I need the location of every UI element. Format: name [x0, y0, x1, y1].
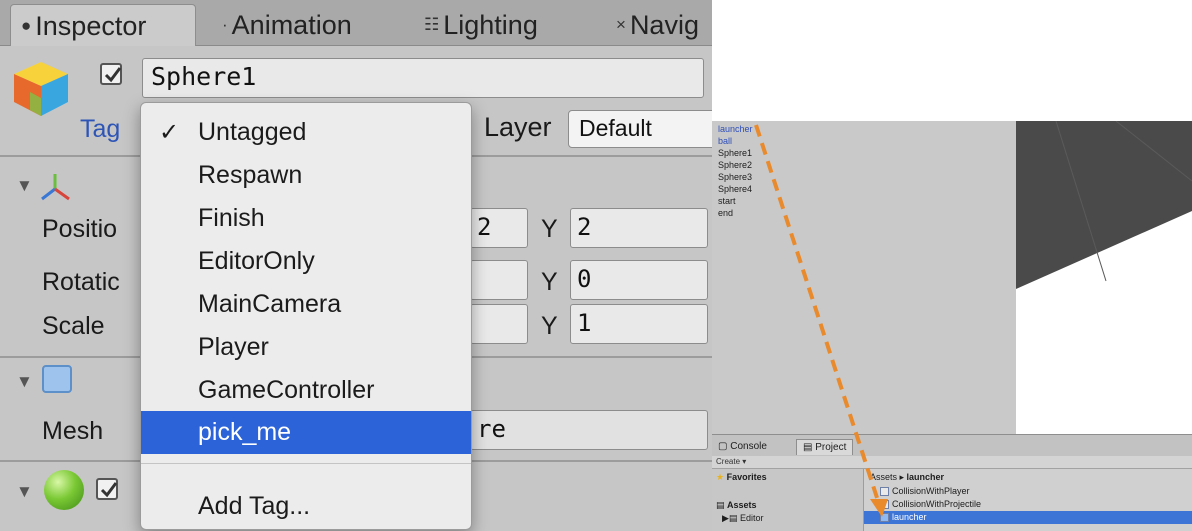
menu-item-add-tag[interactable]: Add Tag... — [141, 485, 471, 528]
drag-arrow-annotation — [754, 124, 888, 517]
tab-lighting[interactable]: ☷ Lighting — [424, 4, 538, 46]
active-checkbox[interactable] — [100, 63, 122, 85]
lighting-icon: ☷ — [424, 15, 440, 34]
menu-item-player[interactable]: Player — [141, 326, 471, 369]
menu-item-editoronly[interactable]: EditorOnly — [141, 240, 471, 283]
tab-bar: ● Inspector · Animation ☷ Lighting × Navig — [0, 0, 712, 46]
position-y-field[interactable]: 2 — [570, 208, 708, 248]
tab-navigation[interactable]: × Navig — [616, 4, 699, 46]
scale-x-field[interactable] — [470, 304, 528, 344]
rotation-x-field[interactable] — [470, 260, 528, 300]
checkmark-icon: ✓ — [159, 119, 180, 146]
menu-item-finish[interactable]: Finish — [141, 197, 471, 240]
transform-axes-icon — [41, 174, 70, 201]
rotation-y-label: Y — [541, 268, 558, 296]
menu-separator — [141, 463, 471, 464]
navigation-icon: × — [616, 15, 626, 34]
rotation-y-field[interactable]: 0 — [570, 260, 708, 300]
tag-label[interactable]: Tag — [80, 115, 120, 144]
info-icon: ● — [21, 16, 32, 35]
position-label: Positio — [42, 215, 118, 243]
tag-dropdown-menu: ✓ Untagged Respawn Finish EditorOnly Main… — [140, 102, 472, 530]
menu-item-gamecontroller[interactable]: GameController — [141, 369, 471, 412]
position-y-label: Y — [541, 215, 558, 243]
sphere-collider-icon — [44, 470, 84, 510]
scale-label: Scale — [42, 312, 105, 340]
unity-editor-view: launcher ball Sphere1 Sphere2 Sphere3 Sp… — [712, 121, 1192, 531]
layer-label: Layer — [484, 112, 552, 142]
tab-inspector[interactable]: ● Inspector — [10, 4, 196, 46]
rotation-label: Rotatic — [42, 268, 120, 296]
menu-item-untagged[interactable]: ✓ Untagged — [141, 111, 471, 154]
layer-dropdown[interactable]: Default — [568, 110, 712, 148]
inspector-panel: ● Inspector · Animation ☷ Lighting × Navig S… — [0, 0, 712, 531]
menu-item-respawn[interactable]: Respawn — [141, 154, 471, 197]
mesh-label: Mesh — [42, 417, 104, 445]
mesh-filter-icon — [42, 365, 72, 393]
mesh-field[interactable]: re — [470, 410, 708, 450]
scale-y-label: Y — [541, 312, 558, 340]
menu-item-maincamera[interactable]: MainCamera — [141, 283, 471, 326]
tab-animation[interactable]: · Animation — [222, 4, 352, 46]
component-enabled-checkbox[interactable] — [96, 478, 118, 500]
gameobject-cube-icon — [14, 62, 68, 116]
menu-item-pick-me[interactable]: pick_me — [141, 411, 471, 454]
foldout-triangle-icon[interactable]: ▼ — [16, 176, 33, 196]
object-name-field[interactable]: Sphere1 — [142, 58, 704, 98]
foldout-triangle-icon[interactable]: ▼ — [16, 482, 33, 502]
checkmark-icon — [104, 67, 122, 83]
position-x-field[interactable]: 2 — [470, 208, 528, 248]
checkmark-icon — [100, 482, 118, 498]
foldout-triangle-icon[interactable]: ▼ — [16, 372, 33, 392]
scale-y-field[interactable]: 1 — [570, 304, 708, 344]
animation-icon: · — [222, 15, 228, 34]
